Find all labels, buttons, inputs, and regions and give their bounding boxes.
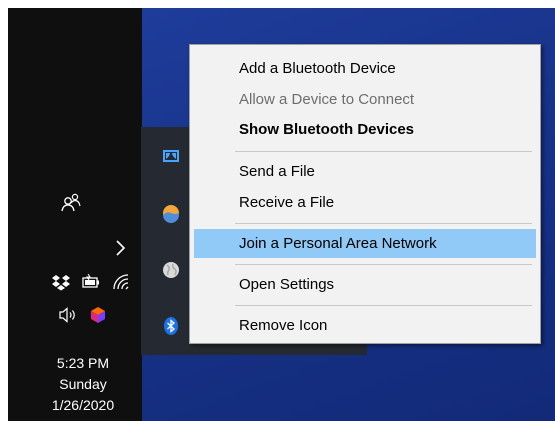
- menu-item-open-settings[interactable]: Open Settings: [194, 270, 536, 299]
- show-hidden-icons-chevron-icon[interactable]: [110, 238, 130, 258]
- dolby-icon[interactable]: [161, 146, 181, 166]
- menu-item-show-bluetooth-devices[interactable]: Show Bluetooth Devices: [194, 115, 536, 144]
- bluetooth-context-menu: Add a Bluetooth Device Allow a Device to…: [189, 44, 541, 344]
- wifi-icon[interactable]: [111, 272, 131, 292]
- people-icon[interactable]: [58, 191, 84, 217]
- weather-icon[interactable]: [161, 203, 181, 223]
- menu-separator: [235, 151, 532, 152]
- clock-day: Sunday: [59, 376, 107, 392]
- menu-item-add-bluetooth-device[interactable]: Add a Bluetooth Device: [194, 54, 536, 83]
- menu-item-receive-file[interactable]: Receive a File: [194, 188, 536, 217]
- menu-item-join-personal-area-network[interactable]: Join a Personal Area Network: [194, 229, 536, 258]
- dropbox-icon[interactable]: [51, 272, 71, 292]
- bluetooth-icon[interactable]: [161, 316, 181, 336]
- menu-item-send-file[interactable]: Send a File: [194, 157, 536, 186]
- taskbar-clock[interactable]: 5:23 PM Sunday 1/26/2020: [16, 353, 150, 416]
- menu-item-allow-device-to-connect: Allow a Device to Connect: [239, 91, 415, 108]
- globe-icon[interactable]: [161, 260, 181, 280]
- menu-separator: [235, 264, 532, 265]
- taskbar: 5:23 PM Sunday 1/26/2020: [8, 8, 142, 421]
- app-cube-icon[interactable]: [88, 305, 108, 325]
- menu-item-remove-icon[interactable]: Remove Icon: [194, 311, 536, 340]
- volume-icon[interactable]: [58, 305, 78, 325]
- menu-separator: [235, 305, 532, 306]
- menu-separator: [235, 223, 532, 224]
- battery-icon[interactable]: [81, 272, 101, 292]
- clock-date: 1/26/2020: [51, 397, 115, 413]
- clock-time: 5:23 PM: [56, 355, 110, 371]
